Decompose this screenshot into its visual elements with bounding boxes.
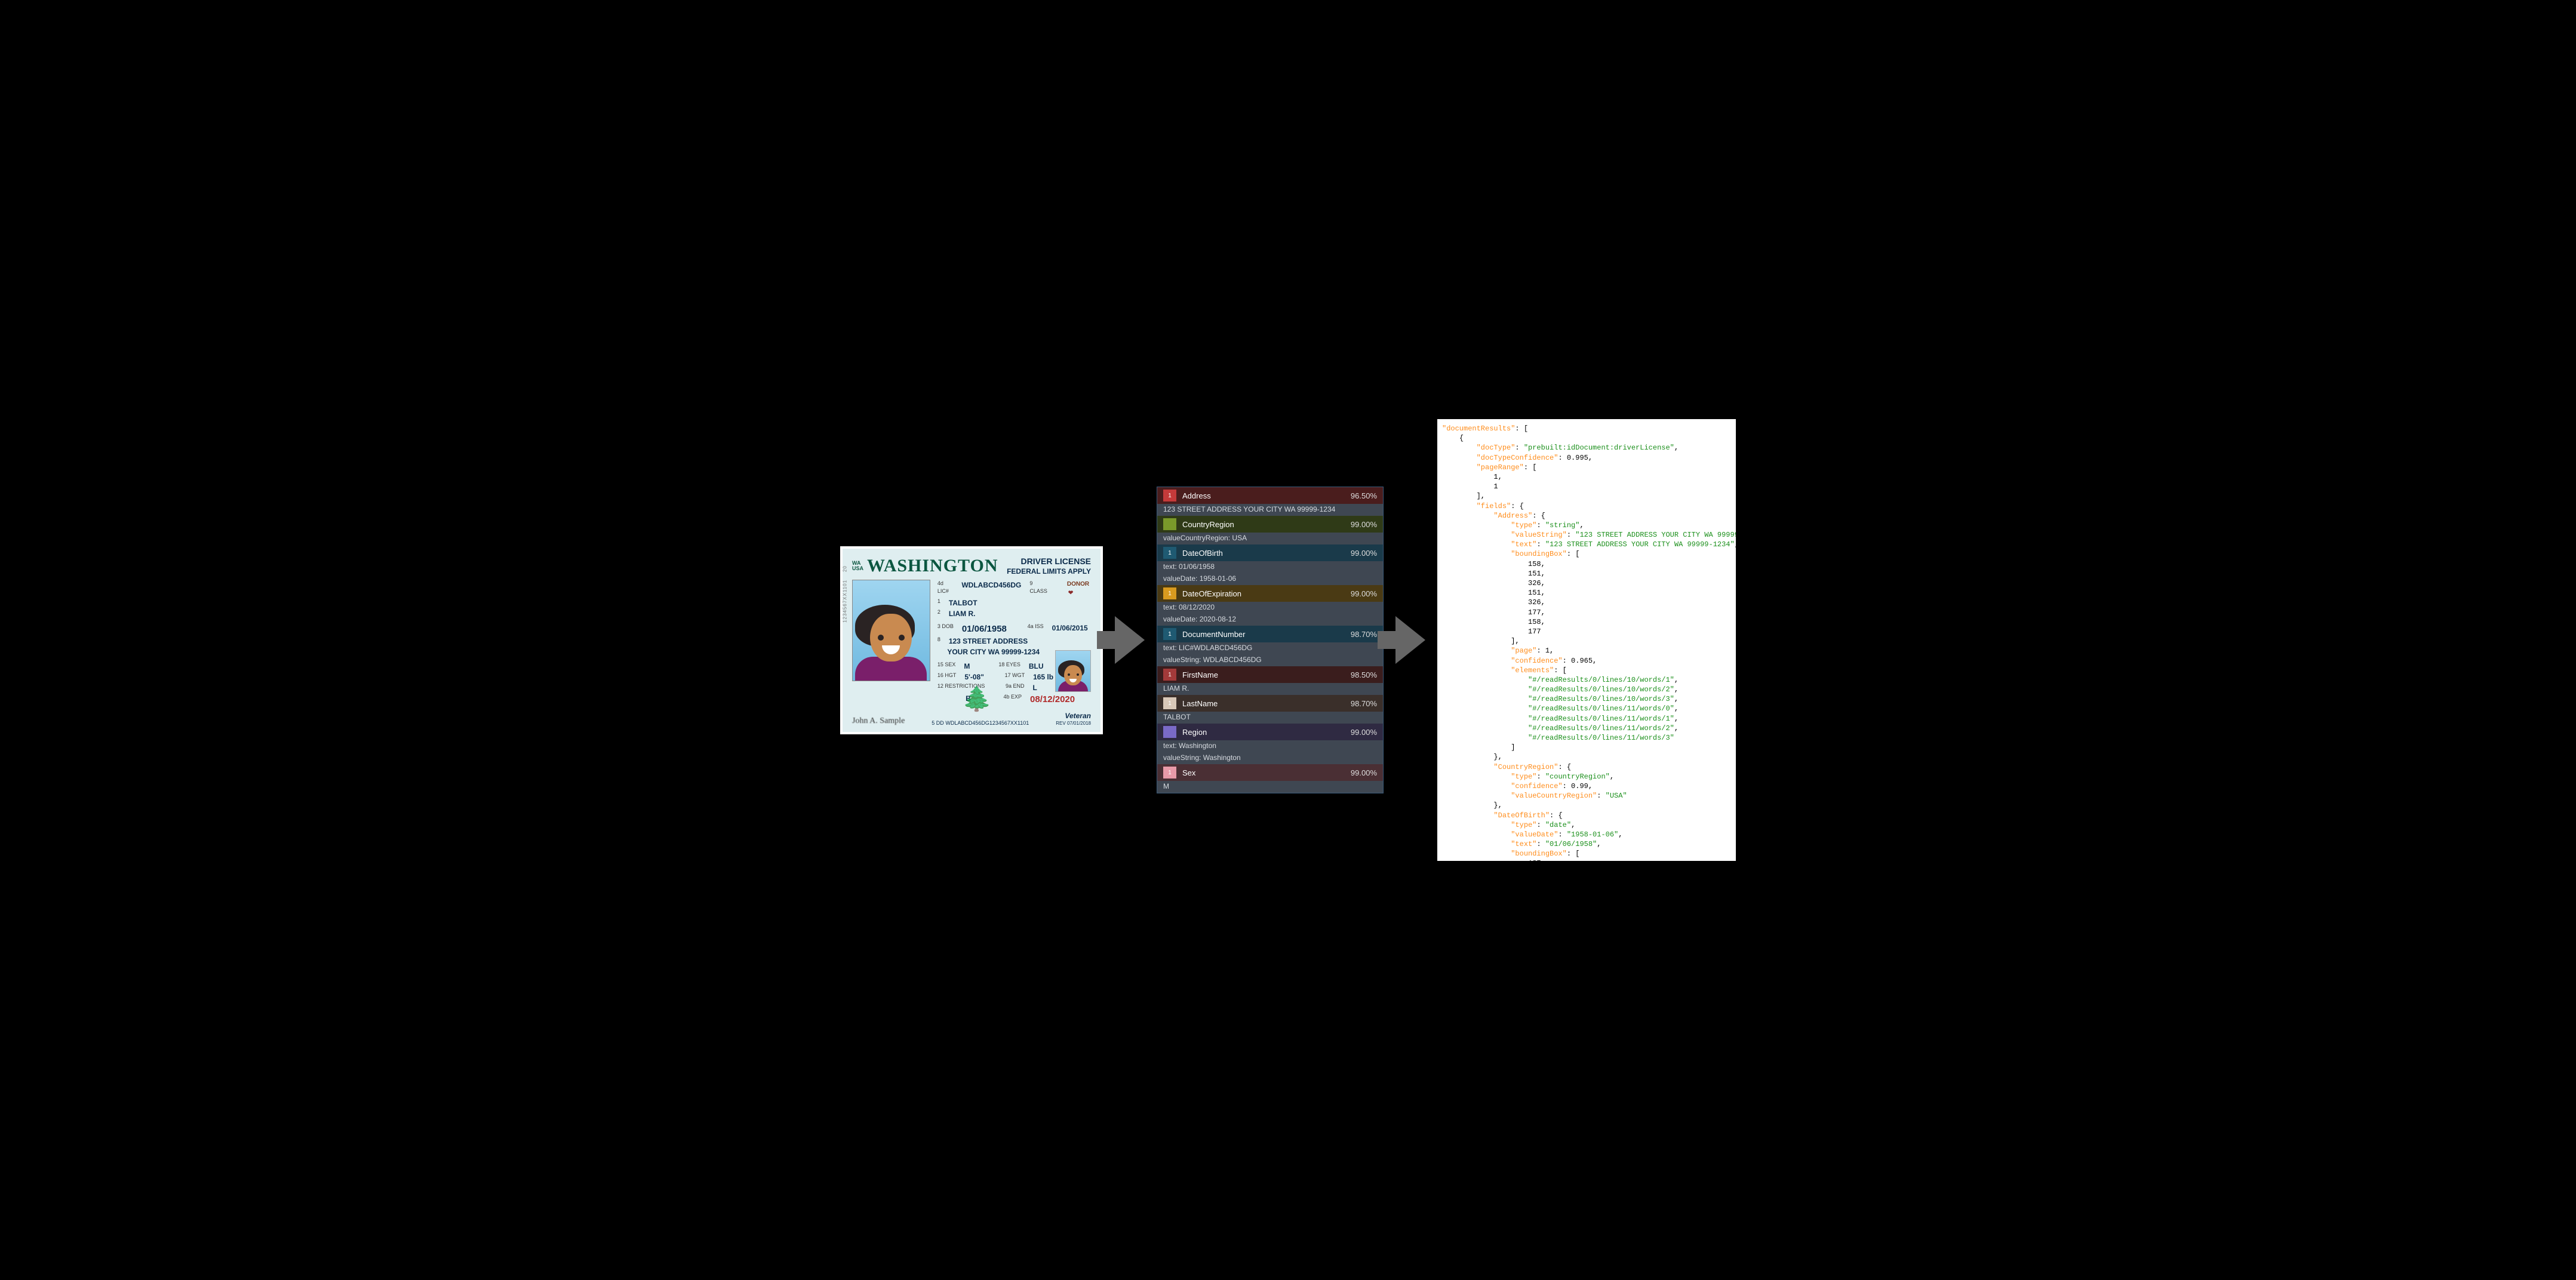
result-field-dateofexpiration[interactable]: 1 DateOfExpiration 99.00% xyxy=(1157,585,1383,602)
field-detail: valueDate: 2020-08-12 xyxy=(1157,614,1383,626)
state-name: WASHINGTON xyxy=(867,556,998,576)
license-title: DRIVER LICENSE xyxy=(1007,556,1091,566)
signature: John A. Sample xyxy=(852,716,905,726)
confidence-pct: 99.00% xyxy=(1351,768,1377,777)
field-detail: M xyxy=(1157,781,1383,793)
field-name: DateOfExpiration xyxy=(1182,589,1241,598)
field-detail: text: LIC#WDLABCD456DG xyxy=(1157,642,1383,654)
json-output: "documentResults": [ { "docType": "prebu… xyxy=(1437,419,1736,861)
field-detail: valueDate: 1958-01-06 xyxy=(1157,573,1383,585)
field-detail: TALBOT xyxy=(1157,712,1383,724)
field-name: CountryRegion xyxy=(1182,520,1234,529)
confidence-pct: 99.00% xyxy=(1351,520,1377,529)
field-name: Region xyxy=(1182,728,1207,737)
result-field-countryregion[interactable]: CountryRegion 99.00% xyxy=(1157,516,1383,533)
field-detail: text: 01/06/1958 xyxy=(1157,561,1383,573)
side-barcode: 1234567XX1101 20 xyxy=(843,565,848,623)
confidence-pct: 99.00% xyxy=(1351,589,1377,598)
field-detail: valueCountryRegion: USA xyxy=(1157,533,1383,544)
result-field-address[interactable]: 1 Address 96.50% xyxy=(1157,487,1383,504)
swatch-icon: 1 xyxy=(1163,669,1176,681)
field-detail: valueString: Washington xyxy=(1157,752,1383,764)
field-name: Sex xyxy=(1182,768,1195,777)
field-detail: LIAM R. xyxy=(1157,683,1383,695)
field-name: LastName xyxy=(1182,699,1218,708)
results-panel: 1 Address 96.50% 123 STREET ADDRESS YOUR CI… xyxy=(1157,487,1384,793)
swatch-icon: 1 xyxy=(1163,697,1176,709)
result-field-region[interactable]: Region 99.00% xyxy=(1157,724,1383,740)
swatch-icon xyxy=(1163,726,1176,738)
field-detail: text: 08/12/2020 xyxy=(1157,602,1383,614)
confidence-pct: 99.00% xyxy=(1351,728,1377,737)
ghost-photo xyxy=(1055,650,1091,692)
license-card: 1234567XX1101 20 WAUSA WASHINGTON DRIVER… xyxy=(840,546,1103,734)
field-name: DocumentNumber xyxy=(1182,630,1246,639)
result-field-firstname[interactable]: 1 FirstName 98.50% xyxy=(1157,666,1383,683)
swatch-icon: 1 xyxy=(1163,587,1176,599)
tree-icon: 🌲 xyxy=(962,685,992,713)
field-detail: valueString: WDLABCD456DG xyxy=(1157,654,1383,666)
field-detail: 123 STREET ADDRESS YOUR CITY WA 99999-12… xyxy=(1157,504,1383,516)
photo xyxy=(852,580,930,681)
swatch-icon: 1 xyxy=(1163,490,1176,501)
result-field-lastname[interactable]: 1 LastName 98.70% xyxy=(1157,695,1383,712)
field-detail: text: Washington xyxy=(1157,740,1383,752)
result-field-sex[interactable]: 1 Sex 99.00% xyxy=(1157,764,1383,781)
confidence-pct: 96.50% xyxy=(1351,491,1377,500)
license-subtitle: FEDERAL LIMITS APPLY xyxy=(1007,567,1091,576)
swatch-icon: 1 xyxy=(1163,767,1176,779)
swatch-icon xyxy=(1163,518,1176,530)
confidence-pct: 99.00% xyxy=(1351,549,1377,558)
field-name: Address xyxy=(1182,491,1211,500)
swatch-icon: 1 xyxy=(1163,628,1176,640)
swatch-icon: 1 xyxy=(1163,547,1176,559)
result-field-documentnumber[interactable]: 1 DocumentNumber 98.70% xyxy=(1157,626,1383,642)
confidence-pct: 98.50% xyxy=(1351,670,1377,679)
pipeline-diagram: 1234567XX1101 20 WAUSA WASHINGTON DRIVER… xyxy=(840,419,1736,861)
result-field-dateofbirth[interactable]: 1 DateOfBirth 99.00% xyxy=(1157,544,1383,561)
confidence-pct: 98.70% xyxy=(1351,699,1377,708)
field-name: FirstName xyxy=(1182,670,1218,679)
confidence-pct: 98.70% xyxy=(1351,630,1377,639)
field-name: DateOfBirth xyxy=(1182,549,1223,558)
arrow-icon xyxy=(1115,616,1145,664)
arrow-icon xyxy=(1395,616,1425,664)
